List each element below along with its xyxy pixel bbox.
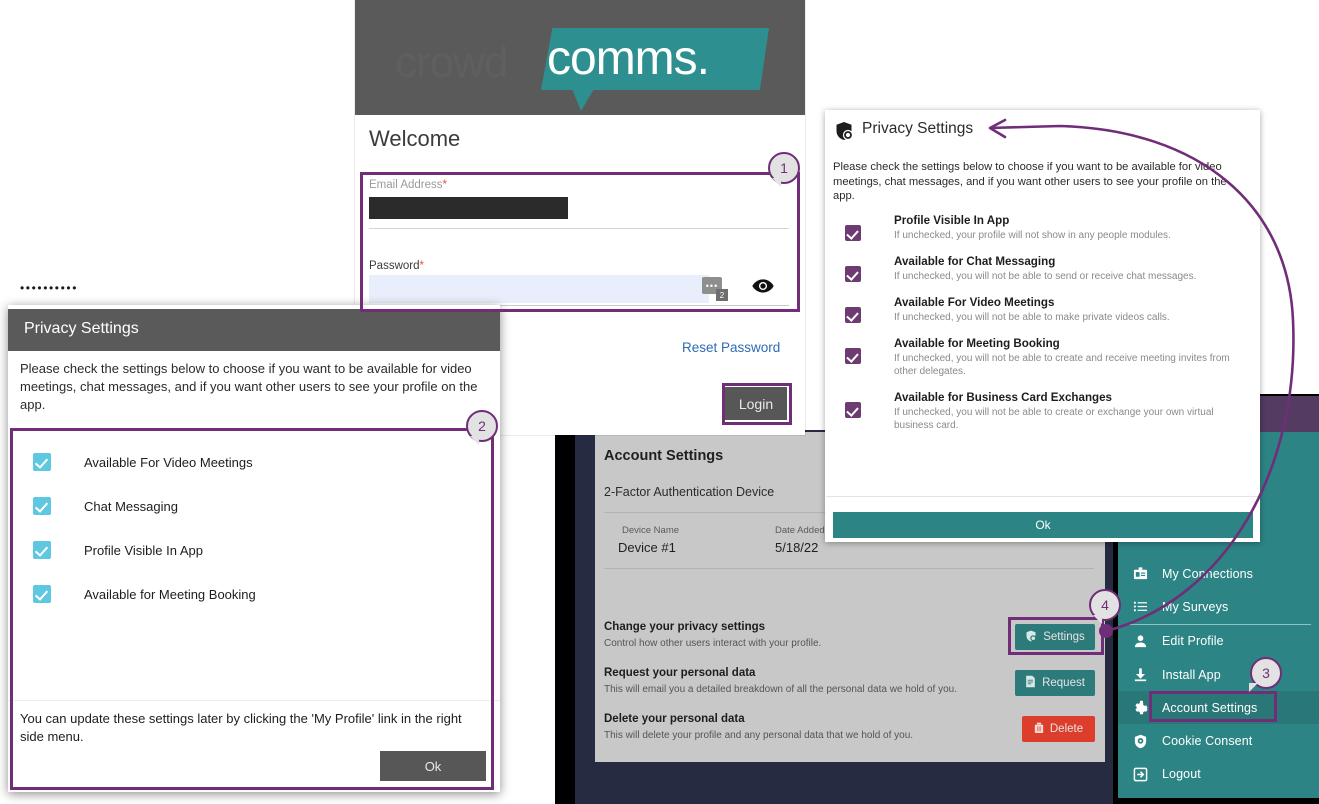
logout-icon <box>1118 767 1162 782</box>
list-icon <box>1118 599 1162 614</box>
option-label: Available For Video Meetings <box>894 296 1055 309</box>
delete-row-desc: This will delete your profile and any pe… <box>604 730 914 741</box>
privacy-row-desc: Control how other users interact with yo… <box>604 638 822 649</box>
highlight-box-settings-button <box>1008 617 1104 655</box>
dialog-title: Privacy Settings <box>862 120 974 137</box>
request-row-desc: This will email you a detailed breakdown… <box>604 684 957 695</box>
device-name-header: Device Name <box>622 525 680 536</box>
reset-password-link[interactable]: Reset Password <box>682 340 780 355</box>
device-name-value: Device #1 <box>618 540 676 555</box>
highlight-box-login-button <box>722 383 792 425</box>
checkbox-checked[interactable] <box>845 402 861 418</box>
option-description: If unchecked, you will not be able to cr… <box>894 407 1214 431</box>
login-brand-header: crowd comms. <box>355 0 805 115</box>
dialog-intro-text: Please check the settings below to choos… <box>20 361 478 412</box>
sidebar-item-label: Cookie Consent <box>1162 734 1253 749</box>
logo-crowd-text: crowd <box>395 38 508 87</box>
sidebar-item-my-connections[interactable]: My Connections <box>1118 557 1319 590</box>
sidebar-item-label: My Connections <box>1162 566 1254 581</box>
sidebar-item-my-surveys[interactable]: My Surveys <box>1118 590 1319 623</box>
request-button-label: Request <box>1042 677 1085 689</box>
sidebar-item-label: Logout <box>1162 767 1201 782</box>
option-description: If unchecked, you will not be able to cr… <box>894 353 1230 377</box>
sidebar-item-install-app[interactable]: Install App <box>1118 658 1319 691</box>
logo-comms-text: comms. <box>547 32 710 85</box>
highlight-box-privacy-options <box>10 428 494 790</box>
sidebar-item-label: Edit Profile <box>1162 634 1224 649</box>
trash-icon <box>1034 722 1044 737</box>
callout-tail-2 <box>470 436 479 445</box>
privacy-options-list: Profile Visible In App If unchecked, you… <box>833 213 1233 444</box>
sidebar-item-edit-profile[interactable]: Edit Profile <box>1118 625 1319 658</box>
sidebar-item-list: My Connections My Surveys Edit Profile I… <box>1118 557 1319 791</box>
highlight-box-account-settings-menu <box>1149 691 1277 722</box>
delete-button-label: Delete <box>1049 723 1084 735</box>
account-settings-title: Account Settings <box>604 448 724 464</box>
date-added-header: Date Added <box>775 525 825 536</box>
ok-button[interactable]: Ok <box>833 512 1253 538</box>
option-label: Available for Chat Messaging <box>894 255 1056 268</box>
callout-tail-3 <box>1249 683 1258 692</box>
request-row-title: Request your personal data <box>604 667 756 679</box>
privacy-shield-icon <box>834 121 854 146</box>
badge-card-icon <box>1118 566 1162 581</box>
highlight-box-email-password <box>360 172 800 312</box>
option-label: Profile Visible In App <box>894 214 1010 227</box>
request-button[interactable]: Request <box>1015 670 1095 696</box>
callout-tail-4 <box>1093 615 1102 624</box>
checkbox-checked[interactable] <box>845 348 861 364</box>
download-icon <box>1118 667 1162 682</box>
dialog-title: Privacy Settings <box>24 320 139 337</box>
date-added-value: 5/18/22 <box>775 540 819 555</box>
divider <box>604 568 1094 569</box>
checkbox-checked[interactable] <box>845 225 861 241</box>
password-value: •••••••••• <box>20 281 79 295</box>
privacy-option-row[interactable]: Available for Business Card Exchanges If… <box>833 390 1233 432</box>
option-description: If unchecked, your profile will not show… <box>894 230 1171 241</box>
document-icon <box>1025 675 1036 691</box>
divider <box>826 496 1259 497</box>
privacy-option-row[interactable]: Available for Meeting Booking If uncheck… <box>833 336 1233 378</box>
two-factor-subtitle: 2-Factor Authentication Device <box>604 485 775 499</box>
delete-row-title: Delete your personal data <box>604 713 745 725</box>
callout-tail-1 <box>772 178 781 187</box>
privacy-row-title: Change your privacy settings <box>604 621 766 633</box>
option-description: If unchecked, you will not be able to ma… <box>894 312 1170 323</box>
privacy-option-row[interactable]: Available for Chat Messaging If unchecke… <box>833 254 1233 283</box>
option-description: If unchecked, you will not be able to se… <box>894 271 1197 282</box>
sidebar-item-cookie-consent[interactable]: Cookie Consent <box>1118 724 1319 757</box>
sidebar-item-logout[interactable]: Logout <box>1118 758 1319 791</box>
privacy-option-row[interactable]: Profile Visible In App If unchecked, you… <box>833 213 1233 242</box>
dialog-intro-text: Please check the settings below to choos… <box>833 161 1227 202</box>
checkbox-checked[interactable] <box>845 307 861 323</box>
option-label: Available for Meeting Booking <box>894 337 1060 350</box>
logo-speech-bubble-tail <box>572 89 594 111</box>
person-icon <box>1118 634 1162 649</box>
checkbox-checked[interactable] <box>845 266 861 282</box>
sidebar-item-label: My Surveys <box>1162 599 1229 614</box>
privacy-option-row[interactable]: Available For Video Meetings If unchecke… <box>833 295 1233 324</box>
cookie-shield-icon <box>1118 734 1162 749</box>
sidebar-item-label: Install App <box>1162 667 1221 682</box>
option-label: Available for Business Card Exchanges <box>894 391 1112 404</box>
page-title: Welcome <box>369 126 461 151</box>
delete-button[interactable]: Delete <box>1022 716 1095 742</box>
